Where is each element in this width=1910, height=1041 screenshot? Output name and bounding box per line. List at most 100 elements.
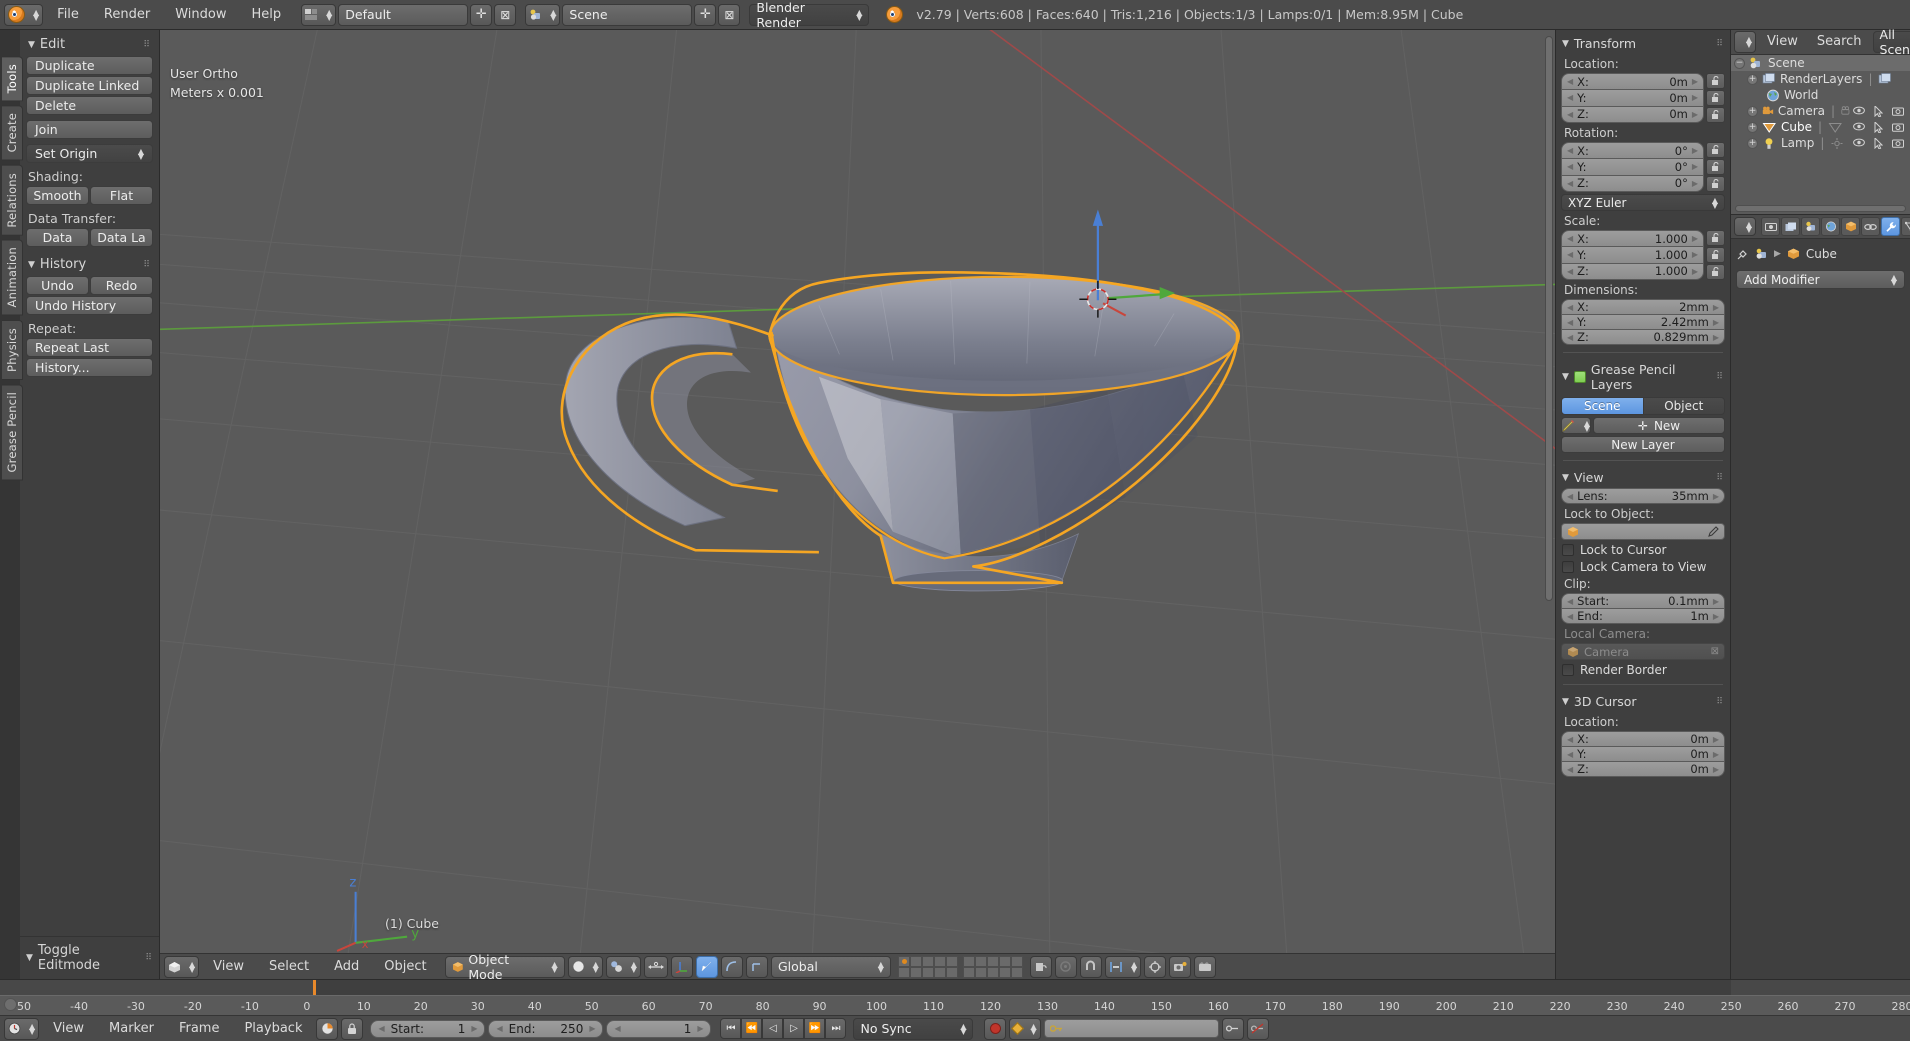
scale-x-field[interactable]: ◀ X: 1.000 ▶ <box>1561 230 1704 248</box>
grease-pencil-panel-header[interactable]: ▼ Grease Pencil Layers ⠿ <box>1561 360 1725 395</box>
eye-icon[interactable] <box>1853 122 1865 133</box>
lock-rotation-z-button[interactable] <box>1706 176 1725 192</box>
duplicate-linked-button[interactable]: Duplicate Linked <box>26 76 153 95</box>
undo-history-button[interactable]: Undo History <box>26 296 153 315</box>
layer-cell-16[interactable] <box>962 966 975 978</box>
lock-scale-y-button[interactable] <box>1706 247 1725 263</box>
render-border-row[interactable]: Render Border <box>1562 663 1725 677</box>
toolshelf-tab-animation[interactable]: Animation <box>2 239 23 316</box>
eye-icon[interactable] <box>1853 138 1865 149</box>
keyingset-selector[interactable]: ▲ ▼ <box>1009 1017 1041 1040</box>
location-y-field[interactable]: ◀ Y: 0m ▶ <box>1561 90 1704 107</box>
repeat-last-button[interactable]: Repeat Last <box>26 338 153 357</box>
rotate-manipulator-button[interactable] <box>695 955 718 978</box>
collapse-icon[interactable]: − <box>1734 57 1745 69</box>
eyedropper-icon[interactable] <box>1708 526 1719 537</box>
layer-cell-1[interactable] <box>897 955 910 967</box>
layer-cell-12[interactable] <box>909 966 922 978</box>
scale-manipulator-button[interactable] <box>720 955 743 978</box>
timeline-canvas[interactable]: -50 -40 -30 -20 -10 0 10 20 30 40 50 60 70 80 90 100 110… <box>0 980 1910 1015</box>
local-camera-field[interactable]: Camera ⊠ <box>1561 643 1725 660</box>
jump-to-end-button[interactable]: ⏭ <box>825 1018 847 1039</box>
play-reverse-button[interactable]: ◁ <box>762 1018 784 1039</box>
keyingset-field[interactable] <box>1043 1019 1219 1038</box>
viewport-shading-selector[interactable]: ▲ ▼ <box>567 955 603 978</box>
layer-cell-6[interactable] <box>962 955 975 967</box>
editor-type-selector-outliner[interactable]: ▲ ▼ <box>1734 31 1756 53</box>
layer-cell-9[interactable] <box>998 955 1011 967</box>
location-x-field[interactable]: ◀ X: 0m ▶ <box>1561 73 1704 91</box>
gp-source-object-button[interactable]: Object <box>1643 397 1725 415</box>
properties-tab-scene[interactable] <box>1801 217 1820 236</box>
data-button[interactable]: Data <box>26 228 89 247</box>
render-camera-icon[interactable] <box>1892 138 1904 149</box>
layer-cell-5[interactable] <box>945 955 958 967</box>
layer-cell-14[interactable] <box>933 966 946 978</box>
properties-tab-object[interactable] <box>1841 217 1860 236</box>
rotation-x-field[interactable]: ◀ X: 0° ▶ <box>1561 142 1704 160</box>
use-preview-range-button[interactable] <box>316 1017 339 1040</box>
gp-source-scene-button[interactable]: Scene <box>1561 397 1644 415</box>
render-animation-button[interactable] <box>1194 955 1217 978</box>
duplicate-button[interactable]: Duplicate <box>26 56 153 75</box>
edit-panel-header[interactable]: ▼ Edit ⠿ <box>26 35 153 56</box>
redo-button[interactable]: Redo <box>90 276 153 295</box>
outliner-row-world[interactable]: World <box>1731 87 1910 103</box>
view-panel-header[interactable]: ▼ View ⠿ <box>1561 468 1725 488</box>
expand-icon[interactable]: + <box>1747 137 1758 149</box>
3d-viewport[interactable]: z y x User Ortho Meters x 0.001 (1) Cube <box>160 30 1555 953</box>
frame-start-field[interactable]: ◀ Start: 1 ▶ <box>370 1019 486 1038</box>
lock-time-button[interactable] <box>341 1017 364 1040</box>
lock-rotation-x-button[interactable] <box>1706 142 1725 158</box>
object-icon[interactable] <box>1787 248 1800 260</box>
rotation-y-field[interactable]: ◀ Y: 0° ▶ <box>1561 159 1704 176</box>
timeline-menu-marker[interactable]: Marker <box>98 1018 165 1040</box>
history-panel-header[interactable]: ▼ History ⠿ <box>26 255 153 276</box>
layer-cell-10[interactable] <box>1010 955 1023 967</box>
expand-icon[interactable]: + <box>1747 73 1758 85</box>
shade-flat-button[interactable]: Flat <box>90 186 153 205</box>
layer-cell-18[interactable] <box>986 966 999 978</box>
timeline-scroll-handle[interactable] <box>4 998 17 1011</box>
add-screen-layout-button[interactable]: ✛ <box>470 3 493 26</box>
jump-to-next-keyframe-button[interactable]: ⏩ <box>804 1018 826 1039</box>
toolshelf-tab-create[interactable]: Create <box>2 105 23 161</box>
history-dialog-button[interactable]: History... <box>26 358 153 377</box>
manipulator-extra-button[interactable] <box>745 955 768 978</box>
lock-to-cursor-row[interactable]: Lock to Cursor <box>1562 543 1725 557</box>
layer-cell-11[interactable] <box>897 966 910 978</box>
render-border-checkbox[interactable] <box>1562 664 1574 676</box>
delete-button[interactable]: Delete <box>26 96 153 115</box>
shade-smooth-button[interactable]: Smooth <box>26 186 89 205</box>
timeline-ruler[interactable]: -50 -40 -30 -20 -10 0 10 20 30 40 50 60 70 80 90 100 110… <box>0 995 1910 1015</box>
editor-type-selector-info[interactable]: ▲ ▼ <box>4 3 44 26</box>
undo-button[interactable]: Undo <box>26 276 89 295</box>
transform-panel-header[interactable]: ▼ Transform ⠿ <box>1561 34 1725 54</box>
scene-combo[interactable]: Scene <box>562 3 693 26</box>
viewport-menu-object[interactable]: Object <box>373 956 437 978</box>
menu-render[interactable]: Render <box>93 4 161 26</box>
dimensions-z-field[interactable]: ◀ Z: 0.829mm ▶ <box>1561 330 1725 345</box>
cursor-arrow-icon[interactable] <box>1874 105 1883 117</box>
set-origin-dropdown[interactable]: Set Origin ▲ ▼ <box>26 144 153 163</box>
interaction-mode-combo[interactable]: Object Mode ▲ ▼ <box>444 952 565 982</box>
toolshelf-tab-physics[interactable]: Physics <box>2 319 23 380</box>
menu-file[interactable]: File <box>46 4 90 26</box>
add-scene-button[interactable]: ✛ <box>694 3 717 26</box>
screen-layout-combo[interactable]: Default <box>338 3 469 26</box>
screen-layout-icon-button[interactable]: ▲ ▼ <box>301 3 337 26</box>
menu-help[interactable]: Help <box>240 4 292 26</box>
editor-type-selector-timeline[interactable]: ▲ ▼ <box>4 1017 40 1040</box>
layer-cell-2[interactable] <box>909 955 922 967</box>
jump-to-start-button[interactable]: ⏮ <box>720 1018 742 1039</box>
viewport-menu-add[interactable]: Add <box>323 956 370 978</box>
join-button[interactable]: Join <box>26 120 153 139</box>
timeline-menu-view[interactable]: View <box>42 1018 95 1040</box>
outliner-menu-search[interactable]: Search <box>1809 31 1870 53</box>
viewport-menu-select[interactable]: Select <box>258 956 320 978</box>
lock-location-x-button[interactable] <box>1706 73 1725 89</box>
scene-icon-button[interactable]: ▲ ▼ <box>525 3 561 26</box>
outliner-horizontal-scrollbar[interactable] <box>1735 205 1906 212</box>
properties-tab-modifiers[interactable] <box>1881 217 1900 236</box>
snap-magnet-button[interactable] <box>1079 955 1102 978</box>
